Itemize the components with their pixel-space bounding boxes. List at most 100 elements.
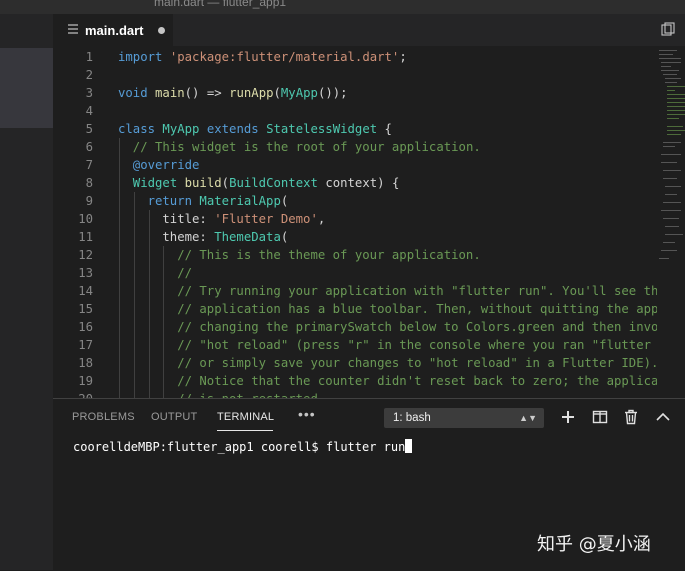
code-line[interactable]: 2 xyxy=(53,66,657,84)
chevron-up-icon[interactable] xyxy=(655,409,671,425)
minimap[interactable] xyxy=(657,46,685,398)
line-number: 2 xyxy=(85,68,93,82)
select-arrows-icon: ▲▼ xyxy=(519,413,537,423)
code-line[interactable]: 10 title: 'Flutter Demo', xyxy=(53,210,657,228)
line-number: 11 xyxy=(78,230,93,244)
code-line[interactable]: 5 class MyApp extends StatelessWidget { xyxy=(53,120,657,138)
terminal-command: flutter run xyxy=(325,440,406,454)
code-text: // or simply save your changes to "hot r… xyxy=(177,354,657,372)
indent-guide xyxy=(163,354,165,372)
indent-guide xyxy=(119,138,120,156)
code-token: ThemeData xyxy=(214,230,281,244)
code-text: // This widget is the root of your appli… xyxy=(133,138,481,156)
code-line[interactable]: 9 return MaterialApp( xyxy=(53,192,657,210)
panel-tab-output[interactable]: OUTPUT xyxy=(151,411,197,423)
code-text: // is not restarted. xyxy=(177,390,325,398)
code-line[interactable]: 8 Widget build(BuildContext context) { xyxy=(53,174,657,192)
code-token: return xyxy=(147,194,200,208)
code-line[interactable]: 20 // is not restarted. xyxy=(53,390,657,398)
code-token: void xyxy=(118,86,156,100)
code-text: import 'package:flutter/material.dart'; xyxy=(118,48,407,66)
code-line[interactable]: 19 // Notice that the counter didn't rese… xyxy=(53,372,657,390)
code-line[interactable]: 11 theme: ThemeData( xyxy=(53,228,657,246)
line-number: 16 xyxy=(78,320,93,334)
code-line[interactable]: 16 // changing the primarySwatch below to… xyxy=(53,318,657,336)
code-text: // changing the primarySwatch below to C… xyxy=(177,318,657,336)
indent-guide xyxy=(163,300,165,318)
code-token: // Try running your application with "fl… xyxy=(177,284,657,298)
line-number: 19 xyxy=(78,374,93,388)
line-number: 9 xyxy=(85,194,93,208)
code-token: MyApp xyxy=(280,86,318,100)
code-token: main xyxy=(155,86,185,100)
line-number: 20 xyxy=(53,390,93,398)
indent-guide xyxy=(133,210,135,228)
code-token: ()); xyxy=(317,86,348,100)
indent-guide xyxy=(133,192,135,210)
tab-main-dart[interactable]: main.dart xyxy=(53,14,173,46)
code-text: // xyxy=(177,264,192,282)
panel-tab-terminal[interactable]: TERMINAL xyxy=(217,411,274,423)
terminal-select[interactable]: 1: bash ▲▼ xyxy=(384,408,544,428)
indent-guide xyxy=(119,318,120,336)
code-line[interactable]: 17 // "hot reload" (press "r" in the cons… xyxy=(53,336,657,354)
code-line[interactable]: 7 @override xyxy=(53,156,657,174)
code-line[interactable]: 4 xyxy=(53,102,657,120)
code-line[interactable]: 3 void main() => runApp(MyApp()); xyxy=(53,84,657,102)
code-token: ( xyxy=(221,176,230,190)
sidebar-selected-item[interactable] xyxy=(0,48,53,128)
code-line[interactable]: 14 // Try running your application with "… xyxy=(53,282,657,300)
trash-icon[interactable] xyxy=(623,409,639,425)
indent-guide xyxy=(148,246,150,264)
indent-guide xyxy=(148,354,150,372)
split-editor-icon[interactable] xyxy=(661,22,675,36)
indent-guide xyxy=(163,390,165,398)
terminal-prompt: coorelldeMBP:flutter_app1 coorell$ xyxy=(73,440,326,454)
code-token: theme: xyxy=(162,230,215,244)
code-token: ( xyxy=(280,194,289,208)
code-line[interactable]: 18 // or simply save your changes to "hot… xyxy=(53,354,657,372)
indent-guide xyxy=(133,282,135,300)
indent-guide xyxy=(163,282,165,300)
line-number: 1 xyxy=(85,50,93,64)
code-line[interactable]: 12 // This is the theme of your applicati… xyxy=(53,246,657,264)
line-number: 15 xyxy=(78,302,93,316)
code-line[interactable]: 13 // xyxy=(53,264,657,282)
code-token: ( xyxy=(273,86,281,100)
indent-guide xyxy=(133,246,135,264)
indent-guide xyxy=(119,282,120,300)
panel-more-icon[interactable]: ••• xyxy=(298,406,316,422)
indent-guide xyxy=(148,390,150,398)
code-token: Widget xyxy=(132,176,185,190)
code-token: // Notice that the counter didn't reset … xyxy=(177,374,657,388)
code-token: , xyxy=(317,212,326,226)
indent-guide xyxy=(148,300,150,318)
code-token: // This is the theme of your application… xyxy=(177,248,481,262)
unsaved-dot-icon[interactable] xyxy=(157,26,165,34)
indent-guide xyxy=(119,264,120,282)
terminal-line[interactable]: coorelldeMBP:flutter_app1 coorell$ flutt… xyxy=(73,439,413,454)
code-line[interactable]: 6 // This widget is the root of your appl… xyxy=(53,138,657,156)
code-line[interactable]: 15 // application has a blue toolbar. The… xyxy=(53,300,657,318)
indent-guide xyxy=(133,372,135,390)
code-token: () => xyxy=(184,86,230,100)
line-number: 6 xyxy=(85,140,93,154)
panel-tab-problems[interactable]: PROBLEMS xyxy=(72,411,135,423)
code-text: class MyApp extends StatelessWidget { xyxy=(118,120,392,138)
split-terminal-icon[interactable] xyxy=(592,409,608,425)
line-number: 17 xyxy=(78,338,93,352)
sidebar xyxy=(0,14,53,570)
indent-guide xyxy=(163,318,165,336)
list-file-icon xyxy=(67,23,79,37)
indent-guide xyxy=(163,372,165,390)
code-line[interactable]: 1 import 'package:flutter/material.dart'; xyxy=(53,48,657,66)
code-token: class xyxy=(118,122,163,136)
code-text: return MaterialApp( xyxy=(148,192,289,210)
indent-guide xyxy=(148,210,150,228)
plus-icon[interactable] xyxy=(560,409,576,425)
code-editor[interactable]: 1 import 'package:flutter/material.dart';… xyxy=(53,46,657,398)
window-titlebar: main.dart — flutter_app1 xyxy=(0,0,685,14)
terminal-select-value: 1: bash xyxy=(393,412,431,424)
code-text: // Notice that the counter didn't reset … xyxy=(177,372,657,390)
indent-guide xyxy=(119,246,120,264)
